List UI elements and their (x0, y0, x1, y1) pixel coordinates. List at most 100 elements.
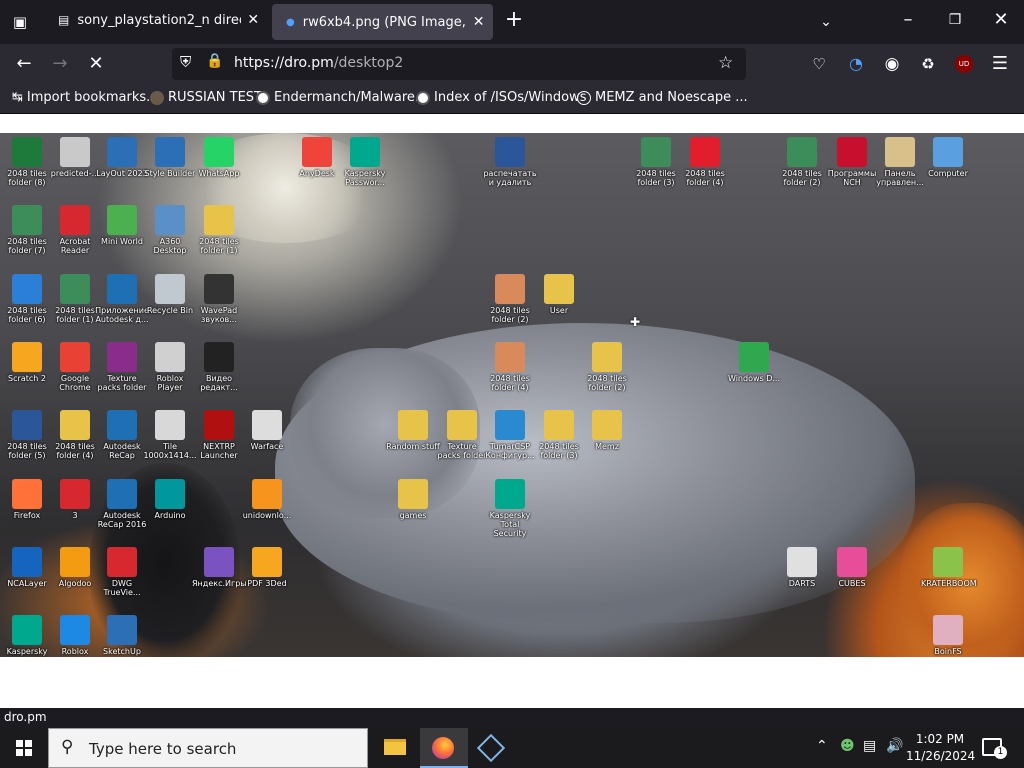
desktop-icon[interactable]: Recycle Bin (143, 274, 197, 315)
close-tab-icon[interactable]: ✕ (247, 12, 259, 28)
desktop-icon[interactable]: Kaspersky (0, 615, 54, 656)
desktop-icon[interactable]: 2048 tiles folder (5) (0, 410, 54, 460)
firefox-taskbar-icon[interactable] (420, 728, 468, 768)
desktop-icon[interactable]: NCALayer (0, 547, 54, 588)
back-icon[interactable]: ← (10, 50, 38, 78)
minimize-icon[interactable]: – (894, 6, 922, 34)
desktop-icon[interactable]: predicted-... (48, 137, 102, 178)
desktop-icon[interactable]: LayOut 2023 (95, 137, 149, 178)
desktop-icon[interactable]: AnyDesk (290, 137, 344, 178)
desktop-icon[interactable]: Kaspersky Total Security (483, 479, 537, 538)
file-explorer-icon[interactable] (372, 728, 420, 768)
chevron-up-icon[interactable]: ⌃ (816, 738, 828, 754)
desktop-icon[interactable]: 2048 tiles folder (1) (48, 274, 102, 324)
desktop-icon[interactable]: 2048 tiles folder (6) (0, 274, 54, 324)
desktop-icon[interactable]: unidownlo... (240, 479, 294, 520)
desktop-icon[interactable]: 2048 tiles folder (3) (532, 410, 586, 460)
close-window-icon[interactable]: ✕ (987, 6, 1015, 34)
desktop-icon[interactable]: Roblox (48, 615, 102, 656)
bookmark-endermanch[interactable]: Endermanch/Malware... (256, 90, 427, 105)
desktop-icon[interactable]: Firefox (0, 479, 54, 520)
restore-icon[interactable]: ❐ (941, 6, 969, 34)
ublock-icon[interactable]: UD (950, 50, 978, 78)
network-icon[interactable]: ▤ (863, 738, 876, 754)
desktop-icon[interactable]: 2048 tiles folder (4) (678, 137, 732, 187)
bookmark-star-icon[interactable]: ☆ (718, 53, 733, 73)
desktop-icon[interactable]: Acrobat Reader (48, 205, 102, 255)
desktop-icon[interactable]: Computer (921, 137, 975, 178)
account-icon[interactable]: ◉ (878, 50, 906, 78)
tab-list-icon[interactable]: ▣ (6, 8, 34, 36)
lock-icon[interactable]: 🔒 (206, 53, 223, 69)
desktop-icon[interactable]: Style Builder (143, 137, 197, 178)
user-tray-icon[interactable]: ☻ (840, 738, 855, 754)
desktop-icon[interactable]: распечатать и удалить (483, 137, 537, 187)
shield-icon[interactable]: ⛨ (180, 53, 191, 71)
desktop-icon[interactable]: Scratch 2 (0, 342, 54, 383)
bookmark-memz[interactable]: MEMZ and Noescape ... (577, 90, 748, 105)
desktop-screenshot-image[interactable]: ✚ 2048 tiles folder (8) predicted-... LayO… (0, 133, 1024, 657)
desktop-icon[interactable]: CUBES (825, 547, 879, 588)
desktop-icon[interactable]: 2048 tiles folder (2) (775, 137, 829, 187)
desktop-icon[interactable]: Видео редакт... (192, 342, 246, 392)
desktop-icon[interactable]: WavePad звуков... (192, 274, 246, 324)
desktop-icon[interactable]: Autodesk ReCap (95, 410, 149, 460)
desktop-icon[interactable]: Warface (240, 410, 294, 451)
desktop-icon[interactable]: 2048 tiles folder (3) (629, 137, 683, 187)
desktop-icon[interactable]: NEXTRP Launcher (192, 410, 246, 460)
bookmark-isos[interactable]: Index of /ISOs/Windows (416, 90, 586, 105)
clock[interactable]: 1:02 PM 11/26/2024 (906, 731, 975, 765)
vpn-icon[interactable]: ◔ (842, 50, 870, 78)
desktop-icon[interactable]: BoinFS (921, 615, 975, 656)
desktop-icon[interactable]: A360 Desktop (143, 205, 197, 255)
desktop-icon[interactable]: Google Chrome (48, 342, 102, 392)
desktop-icon[interactable]: Яндекс.Игры (192, 547, 247, 588)
desktop-icon[interactable]: Kaspersky Passwor... (338, 137, 392, 187)
pocket-icon[interactable]: ♡ (805, 50, 833, 78)
extensions-icon[interactable]: ♻ (914, 50, 942, 78)
desktop-icon[interactable]: Autodesk ReCap 2016 (95, 479, 149, 529)
desktop-icon[interactable]: User (532, 274, 586, 315)
desktop-icon[interactable]: Windows D... (727, 342, 781, 383)
desktop-icon[interactable]: Программы NCH (825, 137, 879, 187)
desktop-icon[interactable]: 2048 tiles folder (1) (192, 205, 246, 255)
tab-sony[interactable]: ▤ sony_playstation2_n directory li ✕ (44, 0, 268, 40)
desktop-icon[interactable]: 2048 tiles folder (8) (0, 137, 54, 187)
desktop-icon[interactable]: 2048 tiles folder (7) (0, 205, 54, 255)
url-bar[interactable]: ⛨ 🔒 https://dro.pm/desktop2 ☆ (172, 48, 746, 80)
desktop-icon[interactable]: Приложение Autodesk д... (95, 274, 149, 324)
taskbar-search[interactable]: ⚲ Type here to search (48, 728, 368, 768)
desktop-icon[interactable]: TumarCSP Конфигур... (483, 410, 537, 460)
desktop-icon[interactable]: WhatsApp (192, 137, 246, 178)
stop-loading-icon[interactable]: ✕ (82, 50, 110, 78)
chevron-down-icon[interactable]: ⌄ (812, 8, 840, 36)
desktop-icon[interactable]: DWG TrueVie... (95, 547, 149, 597)
desktop-icon[interactable]: DARTS (775, 547, 829, 588)
desktop-icon[interactable]: Arduino (143, 479, 197, 520)
start-button[interactable] (0, 728, 48, 768)
desktop-icon[interactable]: 2048 tiles folder (4) (48, 410, 102, 460)
desktop-icon[interactable]: Roblox Player (143, 342, 197, 392)
desktop-icon[interactable]: Algodoo (48, 547, 102, 588)
menu-icon[interactable]: ☰ (986, 50, 1014, 78)
desktop-icon[interactable]: Tile 1000x1414... (143, 410, 197, 460)
desktop-icon[interactable]: SketchUp (95, 615, 149, 656)
desktop-icon[interactable]: 2048 tiles folder (2) (483, 274, 537, 324)
desktop-icon[interactable]: 2048 tiles folder (2) (580, 342, 634, 392)
desktop-icon[interactable]: 3 (48, 479, 102, 520)
desktop-icon[interactable]: PDF 3Ded (240, 547, 294, 588)
desktop-icon[interactable]: Texture packs folder (95, 342, 149, 392)
tab-image[interactable]: ● rw6xb4.png (PNG Image, 1599 ✕ (272, 4, 493, 40)
close-tab-icon[interactable]: ✕ (473, 14, 485, 30)
desktop-icon[interactable]: KRATERBOOM (921, 547, 977, 588)
new-tab-button[interactable]: + (500, 6, 528, 34)
desktop-icon[interactable]: Mini World (95, 205, 149, 246)
volume-icon[interactable]: 🔊 (886, 738, 903, 754)
forward-icon[interactable]: → (46, 50, 74, 78)
desktop-icon[interactable]: Панель управлен... (873, 137, 927, 187)
notification-icon[interactable]: 1 (982, 738, 1007, 759)
url-text[interactable]: https://dro.pm/desktop2 (234, 55, 403, 71)
desktop-icon[interactable]: Texture packs folder (435, 410, 489, 460)
virtualbox-icon[interactable] (468, 728, 516, 768)
bookmark-import[interactable]: ↹ Import bookmarks... (12, 90, 159, 105)
